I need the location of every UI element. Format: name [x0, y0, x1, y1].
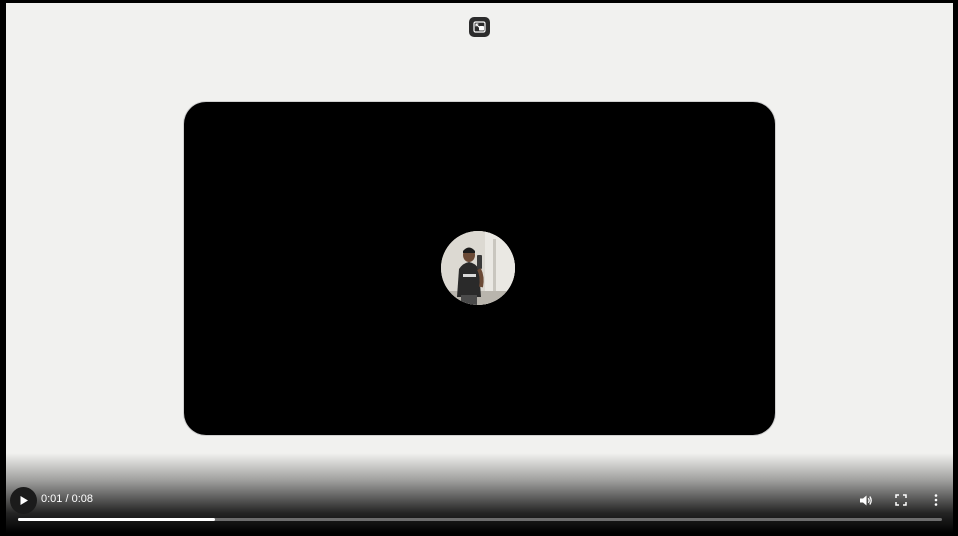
- duration: 0:08: [71, 493, 94, 505]
- current-time: 0:01: [41, 493, 63, 505]
- volume-icon: [860, 495, 872, 505]
- picture-in-picture-button[interactable]: [469, 17, 490, 37]
- volume-button[interactable]: [857, 491, 875, 509]
- progress-fill: [18, 518, 215, 521]
- progress-bar[interactable]: [18, 518, 942, 521]
- video-surface[interactable]: 0:01 / 0:08: [6, 3, 953, 533]
- more-vertical-icon: [934, 494, 938, 506]
- avatar: [441, 231, 515, 305]
- fullscreen-icon: [895, 494, 907, 506]
- play-button[interactable]: [10, 487, 37, 514]
- time-display: 0:01 / 0:08: [41, 492, 93, 506]
- fullscreen-button[interactable]: [892, 491, 910, 509]
- more-options-button[interactable]: [927, 491, 945, 509]
- play-icon: [20, 496, 28, 505]
- controls-gradient: [6, 453, 953, 533]
- avatar-photo: [441, 231, 515, 305]
- video-call-card: [184, 102, 775, 435]
- picture-in-picture-icon: [473, 21, 486, 33]
- video-player: 0:01 / 0:08: [0, 0, 958, 536]
- time-separator: /: [62, 493, 72, 505]
